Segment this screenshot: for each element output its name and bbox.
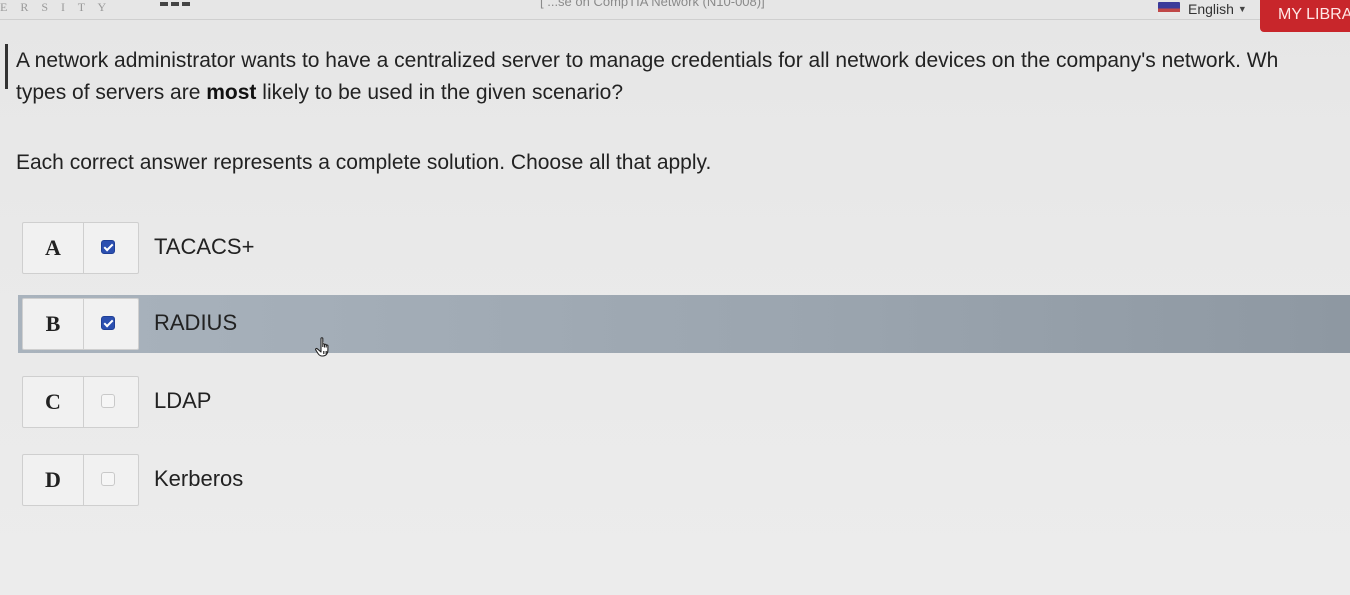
option-a-label[interactable]: TACACS+ [154, 219, 254, 277]
language-selector[interactable]: English ▼ [1158, 0, 1247, 18]
question-line-2: types of servers are most likely to be u… [16, 77, 1350, 109]
option-c-checkbox[interactable] [101, 394, 115, 408]
option-d-box[interactable]: D [22, 454, 139, 506]
option-c-letter: C [23, 377, 84, 427]
option-d-label[interactable]: Kerberos [154, 451, 243, 509]
option-c[interactable]: C LDAP [18, 373, 1350, 431]
flag-icon [1158, 2, 1180, 16]
hand-pointer-icon [315, 337, 329, 357]
option-c-box[interactable]: C [22, 376, 139, 428]
option-a-box[interactable]: A [22, 222, 139, 274]
my-library-button[interactable]: MY LIBRA [1260, 0, 1350, 32]
question-line-2-start: types of servers are [16, 81, 207, 104]
brand-logo-text: E R S I T Y [0, 0, 112, 14]
option-c-label[interactable]: LDAP [154, 373, 211, 431]
language-label: English [1188, 1, 1234, 17]
course-title: [ ...se on CompTIA Network (N10-008)] [540, 0, 765, 9]
header-divider [0, 19, 1350, 20]
option-d-letter: D [23, 455, 84, 505]
question-emphasis: most [206, 81, 257, 104]
question-line-1: A network administrator wants to have a … [16, 49, 1279, 72]
option-b-box[interactable]: B [22, 298, 139, 350]
question-instruction: Each correct answer represents a complet… [16, 151, 712, 174]
option-a[interactable]: A TACACS+ [18, 219, 1350, 277]
option-a-letter: A [23, 223, 84, 273]
option-b-letter: B [23, 299, 84, 349]
option-b-checkbox[interactable] [101, 316, 115, 330]
question-text: A network administrator wants to have a … [16, 45, 1350, 109]
option-b[interactable]: B RADIUS [18, 295, 1350, 353]
option-a-checkbox[interactable] [101, 240, 115, 254]
top-bar: E R S I T Y [ ...se on CompTIA Network (… [0, 0, 1350, 32]
menu-dots-icon[interactable] [160, 2, 190, 6]
option-d-checkbox[interactable] [101, 472, 115, 486]
option-d[interactable]: D Kerberos [18, 451, 1350, 509]
question-marker [5, 44, 8, 89]
caret-down-icon: ▼ [1237, 4, 1247, 14]
option-b-label[interactable]: RADIUS [154, 295, 237, 353]
question-line-2-end: likely to be used in the given scenario? [256, 81, 623, 104]
